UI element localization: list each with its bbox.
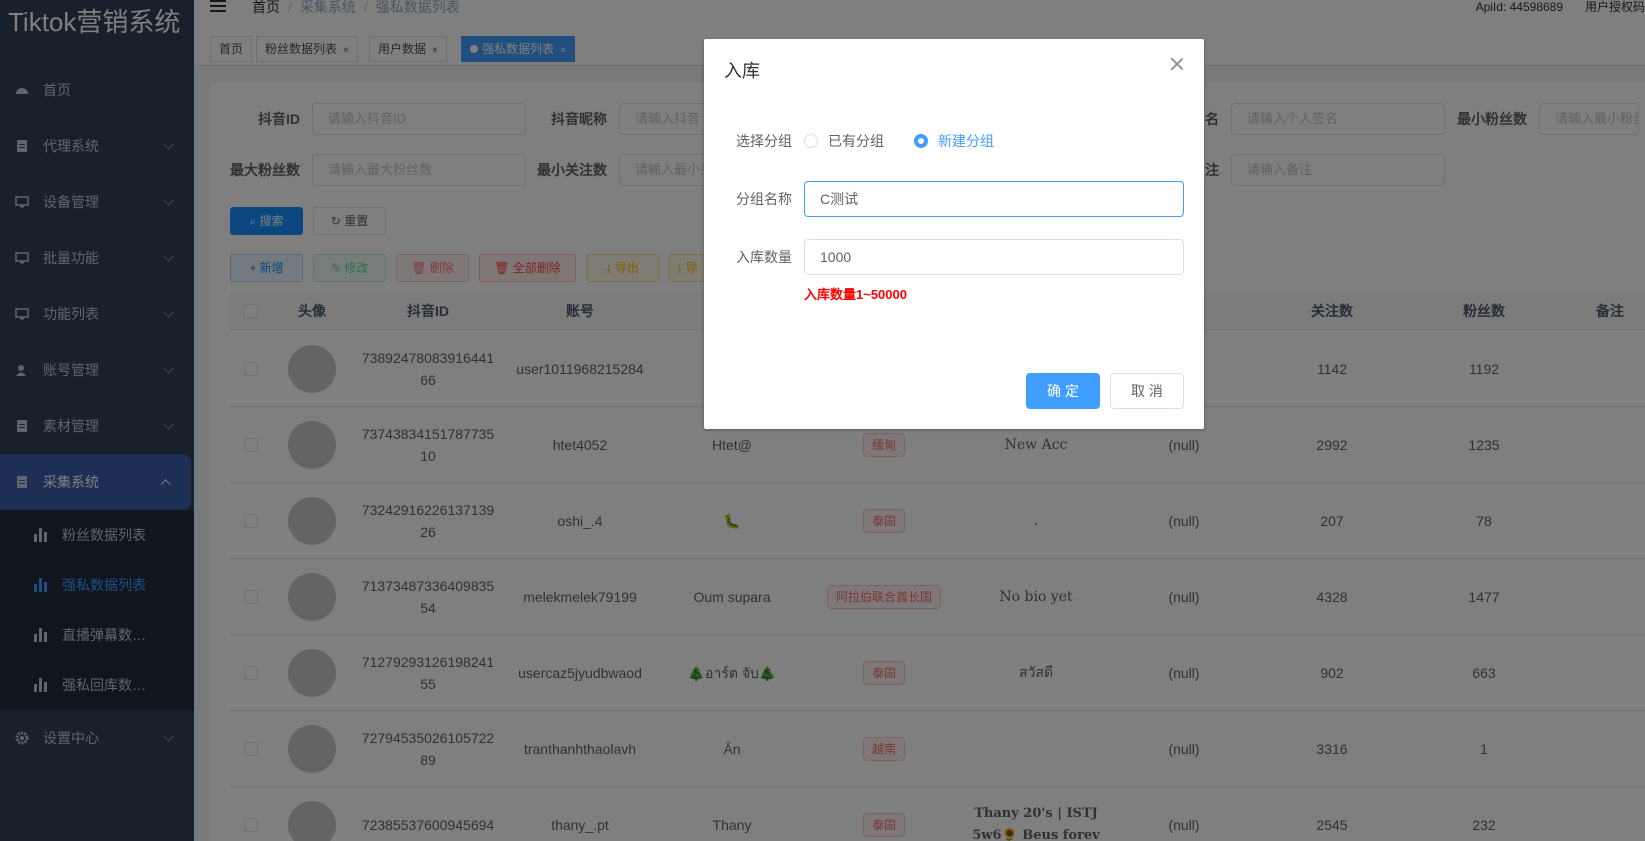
storage-dialog: 入库 选择分组 已有分组 新建分组 分组名称 C测试 入库数量 1000 入库数… xyxy=(704,39,1204,429)
radio-new-group[interactable]: 新建分组 xyxy=(914,131,994,151)
radio-existing-group[interactable]: 已有分组 xyxy=(804,131,884,151)
close-icon[interactable] xyxy=(1170,57,1184,71)
quantity-label: 入库数量 xyxy=(736,249,792,265)
cancel-button[interactable]: 取 消 xyxy=(1110,373,1184,409)
quantity-hint: 入库数量1~50000 xyxy=(804,287,907,302)
group-select-label: 选择分组 xyxy=(736,133,792,149)
confirm-button[interactable]: 确 定 xyxy=(1026,373,1100,409)
group-name-label: 分组名称 xyxy=(736,191,792,207)
dialog-title: 入库 xyxy=(724,61,760,81)
radio-circle-icon xyxy=(804,134,818,148)
radio-checked-icon xyxy=(914,134,928,148)
quantity-input[interactable]: 1000 xyxy=(804,239,1184,275)
group-name-input[interactable]: C测试 xyxy=(804,181,1184,217)
